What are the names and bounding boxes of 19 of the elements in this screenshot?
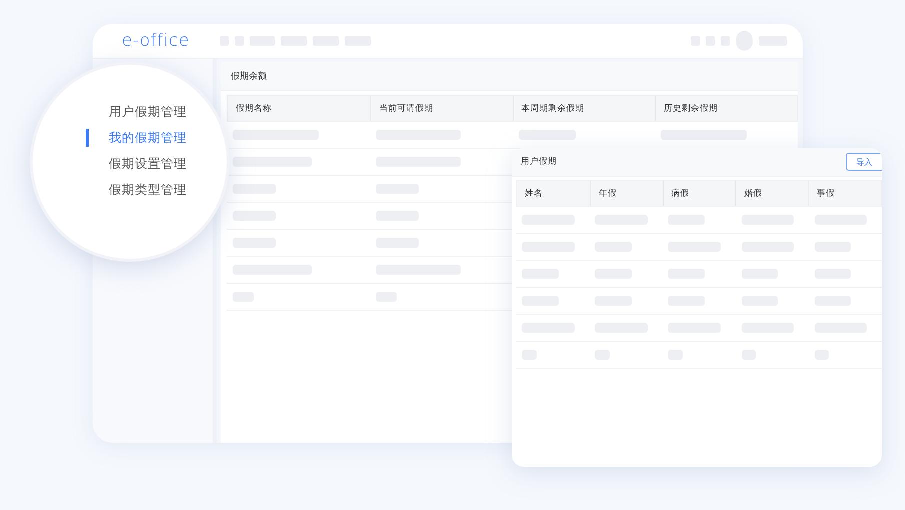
column-header: 假期名称 xyxy=(235,102,273,116)
column-header: 姓名 xyxy=(524,188,544,200)
selection-bar-icon xyxy=(86,129,89,147)
nav-item[interactable]: 我的假期管理 xyxy=(109,129,187,147)
column-header: 婚假 xyxy=(735,181,808,206)
nav-item[interactable]: 用户假期管理 xyxy=(109,103,187,121)
column-header: 事假 xyxy=(808,181,881,206)
column-header: 当前可请假期 xyxy=(370,96,512,121)
import-button[interactable]: 导入 xyxy=(846,153,882,171)
panel-title: 假期余额 xyxy=(221,62,798,91)
panel-title: 用户假期 xyxy=(521,156,557,168)
column-header: 年假 xyxy=(590,181,663,206)
column-header: 病假 xyxy=(662,181,736,206)
column-header: 历史剩余假期 xyxy=(654,96,797,121)
nav-item[interactable]: 假期类型管理 xyxy=(109,181,187,199)
column-header: 本周期剩余假期 xyxy=(512,96,655,121)
logo: e-office xyxy=(122,31,190,51)
nav-item[interactable]: 假期设置管理 xyxy=(109,155,187,173)
placeholder-bar xyxy=(233,184,276,194)
